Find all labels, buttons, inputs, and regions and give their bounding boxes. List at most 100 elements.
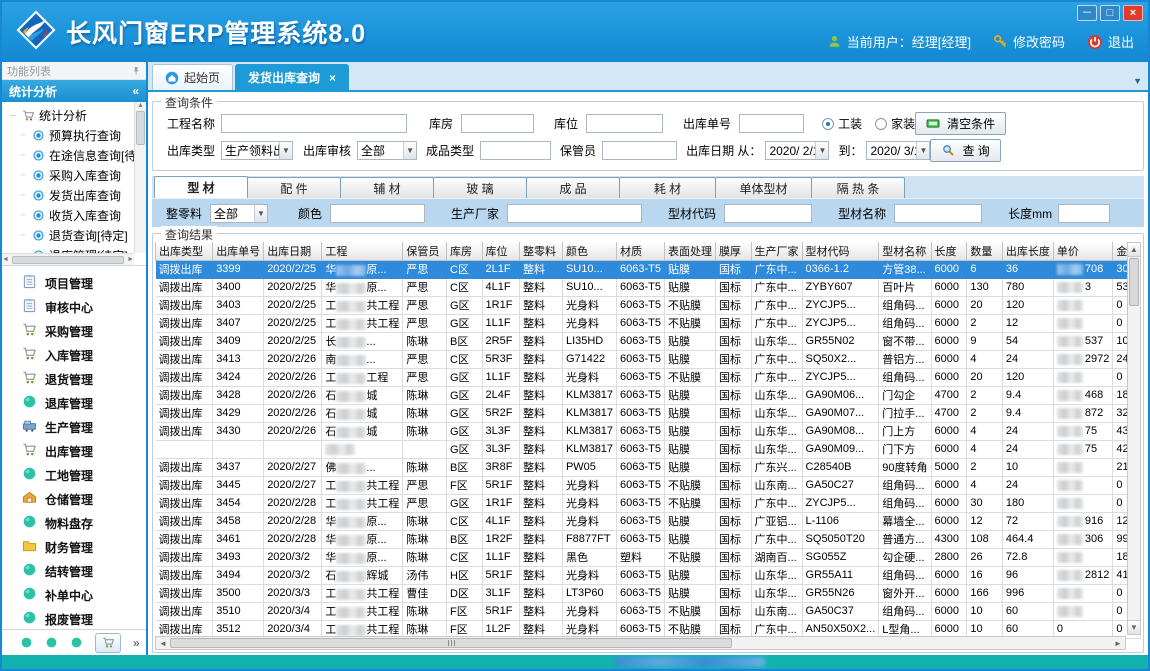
table-row[interactable]: 调拨出库34582020/2/28华原...陈琳C区4L1F整料光身料6063-… [156,512,1141,530]
sidebar-menu-item[interactable]: 采购管理 [2,319,146,343]
cart-view-button[interactable] [95,633,121,653]
column-header[interactable]: 长度 [931,242,967,260]
table-row[interactable]: 调拨出库34302020/2/26石城陈琳G区3L3F整料KLM38176063… [156,422,1141,440]
whole-part-select[interactable]: 全部▼ [210,204,268,223]
sidebar-menu-item[interactable]: 项目管理 [2,271,146,295]
order-no-input[interactable] [739,114,804,133]
maker-input[interactable] [507,204,642,223]
tree-item[interactable]: ┈ 收货入库查询 [8,205,146,225]
tab-shipment-query[interactable]: 发货出库查询 × [235,64,349,90]
column-header[interactable]: 颜色 [562,242,616,260]
column-header[interactable]: 生产厂家 [751,242,802,260]
tree-item[interactable]: ┈ 退货查询[待定] [8,225,146,245]
table-row[interactable]: G区3L3F整料KLM38176063-T5贴膜国标山东华...GA90M09.… [156,440,1141,458]
material-tab[interactable]: 耗 材 [619,177,716,198]
sidebar-group-header[interactable]: 统计分析 « [2,80,146,102]
column-header[interactable]: 整零料 [520,242,563,260]
tree-item[interactable]: ┈ 采购入库查询 [8,165,146,185]
table-row[interactable]: 调拨出库33992020/2/25华原...严思C区2L1F整料SU10...6… [156,260,1141,278]
column-header[interactable]: 型材名称 [879,242,931,260]
material-tab[interactable]: 隔 热 条 [811,177,905,198]
table-row[interactable]: 调拨出库34932020/3/2华原...陈琳C区1L1F整料黑色塑料不贴膜国标… [156,548,1141,566]
table-row[interactable]: 调拨出库34072020/2/25工共工程严思G区1L1F整料光身料6063-T… [156,314,1141,332]
column-header[interactable]: 工程 [322,242,403,260]
material-tab[interactable]: 配 件 [247,177,341,198]
warehouse-input[interactable] [461,114,534,133]
logout-button[interactable]: 退出 [1087,32,1134,51]
dot-icon[interactable] [45,636,58,649]
expand-icon[interactable]: ─ [8,110,18,120]
column-header[interactable]: 出库类型 [156,242,213,260]
tab-close-icon[interactable]: × [329,71,336,85]
table-row[interactable]: 调拨出库34612020/2/28华原...陈琳B区1R2F整料F8877FT6… [156,530,1141,548]
tree-item[interactable]: ┈ 发货出库查询 [8,185,146,205]
table-row[interactable]: 调拨出库34002020/2/25华原...严思C区4L1F整料SU10...6… [156,278,1141,296]
table-row[interactable]: 调拨出库34092020/2/25长...陈琳B区2R5F整料LI35HD606… [156,332,1141,350]
tree-root[interactable]: ─ 统计分析 [8,105,146,125]
column-header[interactable]: 出库单号 [213,242,264,260]
keeper-input[interactable] [602,141,677,160]
sidebar-menu-item[interactable]: 入库管理 [2,343,146,367]
tab-overflow-icon[interactable]: ▼ [1133,76,1142,86]
tab-home[interactable]: 起始页 [152,64,233,90]
table-row[interactable]: 调拨出库34292020/2/26石城陈琳G区5R2F整料KLM38176063… [156,404,1141,422]
sidebar-menu-item[interactable]: 审核中心 [2,295,146,319]
column-header[interactable]: 型材代码 [802,242,879,260]
table-row[interactable]: 调拨出库34282020/2/26石城陈琳G区2L4F整料KLM38176063… [156,386,1141,404]
sidebar-menu-item[interactable]: 出库管理 [2,439,146,463]
table-row[interactable]: 调拨出库34942020/3/2石辉城汤伟H区5R1F整料光身料6063-T5贴… [156,566,1141,584]
table-row[interactable]: 调拨出库34542020/2/28工共工程严思G区1R1F整料光身料6063-T… [156,494,1141,512]
table-row[interactable]: 调拨出库34242020/2/26工工程严思G区1L1F整料光身料6063-T5… [156,368,1141,386]
column-header[interactable]: 出库日期 [264,242,322,260]
profile-name-input[interactable] [894,204,982,223]
sidebar-menu-item[interactable]: 补单中心 [2,583,146,607]
column-header[interactable]: 表面处理 [665,242,716,260]
more-buttons-chevron[interactable]: » [133,636,140,650]
sidebar-menu-item[interactable]: 生产管理 [2,415,146,439]
slot-input[interactable] [586,114,663,133]
table-row[interactable]: 调拨出库35002020/3/3工共工程曹佳D区3L1F整料LT3P606063… [156,584,1141,602]
table-vertical-scrollbar[interactable]: ▲ ▼ [1127,242,1141,635]
search-button[interactable]: 查 询 [930,139,1000,162]
profile-code-input[interactable] [724,204,812,223]
sidebar-menu-item[interactable]: 仓储管理 [2,487,146,511]
column-header[interactable]: 保管员 [403,242,447,260]
column-header[interactable]: 库房 [447,242,483,260]
color-input[interactable] [330,204,425,223]
tree-item[interactable]: ┈ 在途信息查询[待 [8,145,146,165]
date-from-select[interactable]: 2020/ 2/16▼ [765,141,829,160]
tree-item[interactable]: ┈ 预算执行查询 [8,125,146,145]
table-row[interactable]: 调拨出库34372020/2/27佛...陈琳B区3R8F整料PW056063-… [156,458,1141,476]
change-password-button[interactable]: 修改密码 [993,32,1065,51]
maximize-button[interactable]: □ [1100,5,1120,21]
sidebar-menu-item[interactable]: 报废管理 [2,607,146,629]
table-row[interactable]: 调拨出库34132020/2/26南...严思C区5R3F整料G71422606… [156,350,1141,368]
audit-select[interactable]: 全部▼ [357,141,417,160]
tree-vertical-scrollbar[interactable]: ▲ [134,102,146,253]
column-header[interactable]: 库位 [482,242,520,260]
radio-gongzhuang[interactable]: 工装 [822,115,862,132]
sidebar-menu-item[interactable]: 物料盘存 [2,511,146,535]
dot-icon[interactable] [20,636,33,649]
sidebar-menu-item[interactable]: 退库管理 [2,391,146,415]
outbound-type-select[interactable]: 生产领料出库▼ [221,141,293,160]
material-tab[interactable]: 成 品 [526,177,620,198]
column-header[interactable]: 出库长度 [1002,242,1053,260]
tree-horizontal-scrollbar[interactable]: ◄► [2,253,134,265]
table-horizontal-scrollbar[interactable]: ◄ ► [155,636,1126,650]
minimize-button[interactable]: － [1077,5,1097,21]
material-tab[interactable]: 型 材 [154,176,248,198]
length-input[interactable] [1058,204,1110,223]
table-row[interactable]: 调拨出库34452020/2/27工共工程严思F区5R1F整料光身料6063-T… [156,476,1141,494]
material-tab[interactable]: 玻 璃 [433,177,527,198]
sidebar-menu-item[interactable]: 结转管理 [2,559,146,583]
column-header[interactable]: 材质 [617,242,665,260]
collapse-icon[interactable]: « [132,84,139,98]
column-header[interactable]: 数量 [967,242,1003,260]
clear-conditions-button[interactable]: 清空条件 [915,112,1006,135]
project-name-input[interactable] [221,114,407,133]
table-row[interactable]: 调拨出库34032020/2/25工共工程严思G区1R1F整料光身料6063-T… [156,296,1141,314]
date-to-select[interactable]: 2020/ 3/16▼ [866,141,930,160]
sidebar-menu-item[interactable]: 财务管理 [2,535,146,559]
column-header[interactable]: 膜厚 [716,242,752,260]
